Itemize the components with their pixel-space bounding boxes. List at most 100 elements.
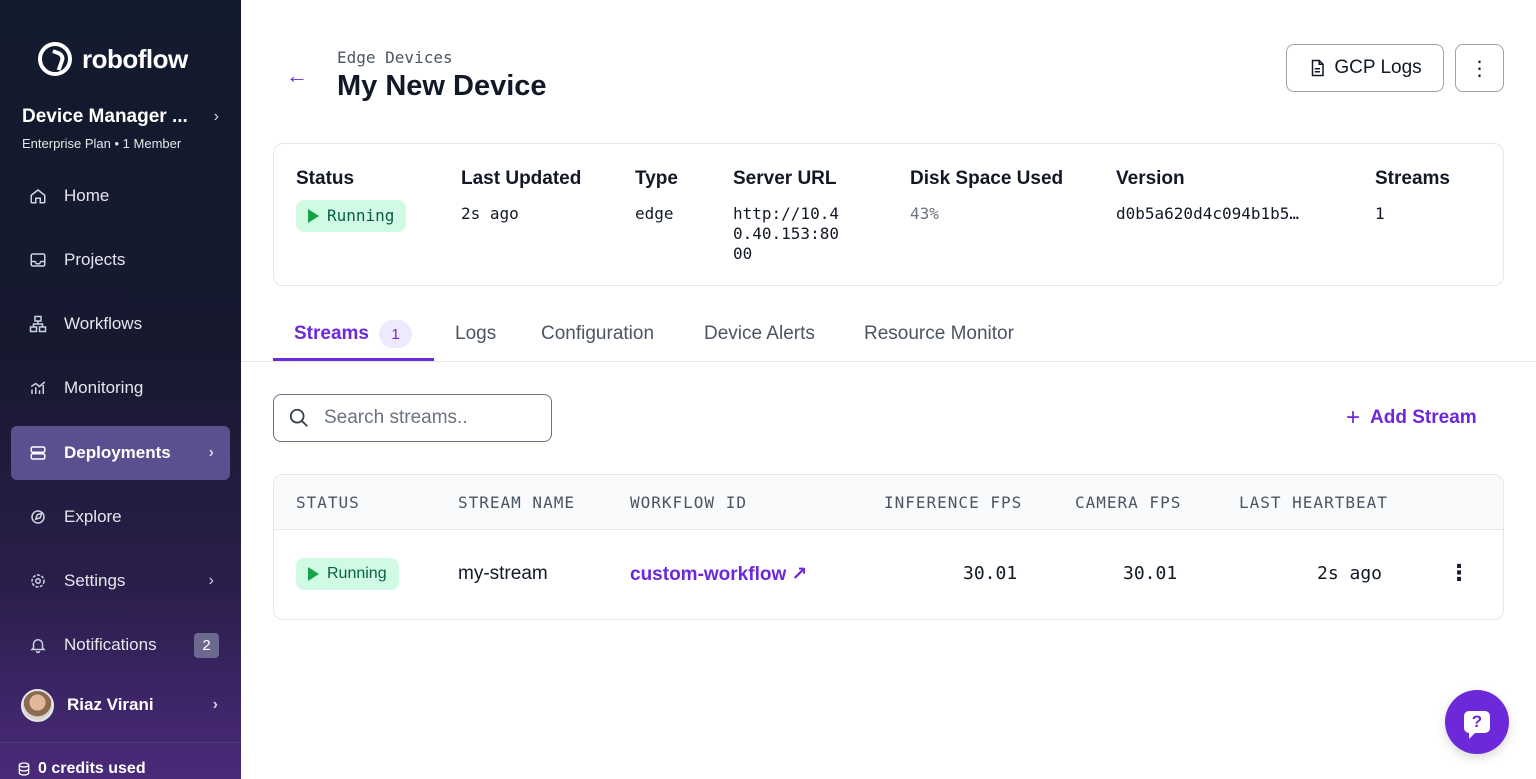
search-streams-field[interactable] (273, 394, 552, 442)
info-disk-space: Disk Space Used 43% (910, 168, 1063, 224)
server-url-line: http://10.4 (733, 204, 839, 223)
active-tab-indicator (273, 358, 434, 361)
info-value: edge (635, 204, 674, 223)
chevron-right-icon: › (208, 572, 214, 589)
sidebar-item-workflows[interactable]: Workflows (11, 297, 230, 351)
sidebar-item-label: Notifications (64, 635, 157, 654)
info-label: Version (1116, 168, 1185, 189)
sidebar-item-home[interactable]: Home (11, 169, 230, 223)
chevron-right-icon: › (208, 444, 214, 461)
info-value: http://10.4 0.40.153:80 00 (733, 204, 839, 264)
tab-label: Logs (455, 323, 497, 344)
info-value: 1 (1375, 204, 1385, 223)
workflow-icon (27, 313, 49, 335)
info-value: 2s ago (461, 204, 519, 223)
column-header-status: STATUS (296, 493, 360, 512)
status-text: Running (327, 565, 387, 582)
table-header: STATUS STREAM NAME WORKFLOW ID INFERENCE… (274, 475, 1503, 530)
workflow-link[interactable]: custom-workflow ↗ (630, 563, 807, 586)
tab-label: Configuration (541, 323, 655, 344)
breadcrumb[interactable]: Edge Devices (337, 48, 453, 67)
column-header-camera-fps: CAMERA FPS (1075, 493, 1182, 512)
streams-table: STATUS STREAM NAME WORKFLOW ID INFERENCE… (273, 474, 1504, 620)
gear-icon (27, 570, 49, 592)
help-chat-icon: ? (1464, 711, 1490, 739)
document-icon (1312, 59, 1325, 77)
info-version: Version d0b5a620d4c094b1b5… (1116, 168, 1299, 224)
tab-logs[interactable]: Logs (455, 323, 496, 345)
sidebar-item-label: Deployments (64, 443, 171, 462)
info-label: Server URL (733, 168, 837, 189)
back-arrow-icon[interactable]: ← (283, 62, 311, 90)
home-icon (27, 185, 49, 207)
sidebar-item-label: Home (64, 186, 110, 205)
sidebar-item-label: Projects (64, 250, 126, 269)
sidebar-divider (0, 742, 241, 743)
server-url-line: 0.40.153:80 (733, 224, 839, 243)
roboflow-logo-icon (38, 42, 72, 76)
page-title: My New Device (337, 70, 547, 102)
status-text: Running (327, 206, 395, 225)
user-menu[interactable]: Riaz Virani › (21, 688, 226, 722)
add-stream-label: Add Stream (1370, 407, 1477, 428)
tab-streams[interactable]: Streams 1 (294, 320, 412, 348)
logo[interactable]: roboflow (38, 42, 188, 76)
camera-fps: 30.01 (1123, 563, 1178, 584)
sidebar-item-explore[interactable]: Explore (11, 490, 230, 544)
sidebar-item-notifications[interactable]: Notifications 2 (11, 618, 230, 672)
search-input[interactable] (324, 407, 534, 429)
play-icon (308, 567, 319, 581)
sidebar-item-projects[interactable]: Projects (11, 233, 230, 287)
tab-configuration[interactable]: Configuration (541, 323, 654, 345)
info-streams: Streams 1 (1375, 168, 1450, 224)
info-value: 43% (910, 204, 939, 223)
column-header-stream-name: STREAM NAME (458, 493, 575, 512)
info-label: Last Updated (461, 168, 582, 189)
kebab-menu-icon: ⋮ (1469, 57, 1490, 80)
external-link-icon: ↗ (791, 564, 808, 585)
logo-text: roboflow (82, 43, 188, 74)
bell-icon (27, 634, 49, 656)
info-server-url: Server URL http://10.4 0.40.153:80 00 (733, 168, 839, 264)
more-options-button[interactable]: ⋮ (1455, 44, 1504, 92)
sidebar-item-label: Workflows (64, 314, 143, 333)
chevron-right-icon: › (213, 108, 219, 125)
row-actions-kebab-icon[interactable]: ⋮ (1448, 560, 1470, 586)
workflow-id: custom-workflow (630, 564, 787, 585)
sidebar-item-settings[interactable]: Settings › (11, 554, 230, 608)
workspace-meta: Enterprise Plan • 1 Member (22, 136, 182, 151)
info-label: Status (296, 168, 355, 189)
gcp-logs-label: GCP Logs (1334, 57, 1422, 78)
sidebar-item-monitoring[interactable]: Monitoring (11, 361, 230, 415)
inbox-icon (27, 249, 49, 271)
device-info-card: Status Running Last Updated 2s ago Type … (273, 143, 1504, 286)
tab-label: Resource Monitor (864, 323, 1014, 344)
workspace-plan: Enterprise Plan (22, 136, 111, 151)
sidebar-item-deployments[interactable]: Deployments › (11, 426, 230, 480)
chevron-right-icon: › (212, 696, 218, 713)
tab-label: Streams (294, 323, 369, 344)
inference-fps: 30.01 (963, 563, 1018, 584)
server-icon (27, 442, 49, 464)
status-badge: Running (296, 200, 407, 232)
compass-icon (27, 506, 49, 528)
tab-device-alerts[interactable]: Device Alerts (704, 323, 815, 345)
help-chat-button[interactable]: ? (1445, 690, 1509, 754)
coins-icon (18, 762, 30, 776)
workspace-switcher[interactable]: Device Manager ... Enterprise Plan • 1 M… (22, 106, 227, 151)
info-label: Streams (1375, 168, 1450, 189)
column-header-last-heartbeat: LAST HEARTBEAT (1239, 493, 1388, 512)
column-header-inference-fps: INFERENCE FPS (884, 493, 1023, 512)
sidebar-item-label: Explore (64, 507, 122, 526)
gcp-logs-button[interactable]: GCP Logs (1286, 44, 1444, 92)
tab-resource-monitor[interactable]: Resource Monitor (864, 323, 1014, 345)
tab-label: Device Alerts (704, 323, 815, 344)
credits-indicator[interactable]: 0 credits used (16, 760, 146, 778)
workspace-name: Device Manager ... (22, 106, 188, 127)
sidebar-item-label: Monitoring (64, 378, 144, 397)
sidebar-item-label: Settings (64, 571, 126, 590)
info-value: Running (296, 200, 407, 232)
search-icon (289, 408, 308, 427)
plus-icon: + (1346, 404, 1361, 431)
add-stream-button[interactable]: + Add Stream (1346, 404, 1477, 432)
